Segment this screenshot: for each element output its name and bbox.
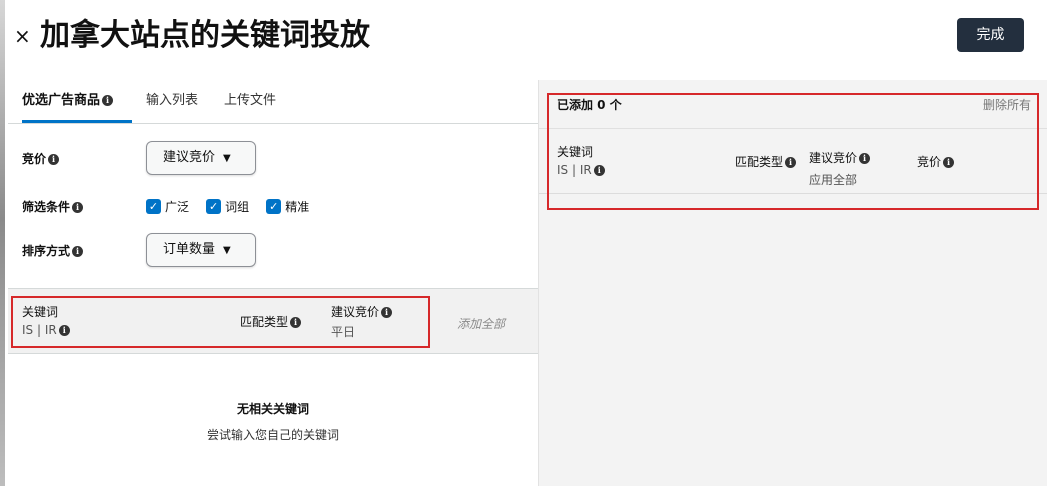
page-title: 加拿大站点的关键词投放: [40, 18, 370, 53]
bid-dropdown[interactable]: 建议竞价 ▼: [146, 141, 256, 175]
added-keywords-header: 关键词 IS | IR i 匹配类型 i 建议竞价 i 应用全部 竞价 i: [539, 128, 1047, 194]
checkbox-label-phrase: 词组: [225, 200, 250, 214]
info-icon: i: [72, 246, 84, 257]
column-header-keyword: 关键词: [22, 305, 59, 319]
column-header-suggested-bid: 建议竞价 i: [331, 303, 393, 320]
info-icon: i: [785, 157, 797, 168]
info-icon: i: [593, 165, 605, 176]
tab-label: 优选广告商品: [22, 93, 101, 108]
checkmark-icon[interactable]: ✓: [266, 199, 282, 214]
done-button[interactable]: 完成: [957, 18, 1024, 52]
chevron-down-icon: ▼: [223, 153, 231, 164]
column-header-suggested-bid: 建议竞价 i: [809, 149, 871, 166]
column-subheader-weekday: 平日: [331, 325, 356, 339]
match-type-filters: ✓ 广泛 ✓ 词组 ✓ 精准: [146, 196, 321, 216]
info-icon: i: [48, 154, 60, 165]
added-count-label: 已添加 0 个: [557, 98, 622, 112]
added-keywords-toolbar: 已添加 0 个 删除所有: [539, 80, 1047, 126]
active-tab-indicator: [22, 120, 132, 123]
info-icon: i: [290, 317, 302, 328]
delete-all-link[interactable]: 删除所有: [983, 96, 1031, 113]
info-icon: i: [58, 325, 70, 336]
tab-enter-list[interactable]: 输入列表: [146, 92, 198, 110]
is-ir-label: IS | IR: [22, 323, 57, 337]
empty-state-title: 无相关关键词: [236, 402, 309, 416]
suggested-bid-label: 建议竞价: [809, 151, 858, 165]
match-type-label: 匹配类型: [240, 315, 289, 329]
info-icon: i: [943, 157, 955, 168]
checkbox-label-broad: 广泛: [165, 200, 190, 214]
column-header-match-type: 匹配类型 i: [240, 313, 302, 330]
sort-dropdown-value: 订单数量: [163, 242, 216, 257]
page-header: × 加拿大站点的关键词投放 完成: [0, 0, 1047, 80]
checkbox-label-exact: 精准: [285, 200, 310, 214]
added-keywords-panel: 已添加 0 个 删除所有 关键词 IS | IR i 匹配类型 i 建议竞价 i 应用…: [539, 80, 1047, 486]
column-header-match-type: 匹配类型 i: [735, 153, 797, 170]
keyword-source-panel: 优选广告商品 i 输入列表 上传文件 竞价 i 建议竞价 ▼ 筛选条件 i ✓ 广泛 ✓ 词…: [8, 80, 538, 486]
match-type-label: 匹配类型: [735, 155, 784, 169]
sort-dropdown[interactable]: 订单数量 ▼: [146, 233, 256, 267]
column-header-keyword: 关键词: [557, 145, 594, 159]
checkmark-icon[interactable]: ✓: [206, 199, 222, 214]
info-icon: i: [859, 153, 871, 164]
apply-all-link[interactable]: 应用全部: [809, 171, 857, 188]
column-subheader-is-ir: IS | IR i: [22, 323, 70, 337]
sort-label: 排序方式: [22, 244, 71, 258]
source-tabs: 优选广告商品 i 输入列表 上传文件: [8, 80, 538, 124]
bid-label: 竞价: [22, 152, 47, 166]
add-all-link[interactable]: 添加全部: [457, 315, 505, 332]
info-icon: i: [72, 202, 84, 213]
column-header-bid: 竞价 i: [917, 153, 955, 170]
column-subheader-is-ir: IS | IR i: [557, 163, 605, 177]
bid-label: 竞价: [917, 155, 942, 169]
sort-row-label: 排序方式 i: [22, 242, 84, 259]
suggested-keywords-header: 关键词 IS | IR i 匹配类型 i 建议竞价 i 平日 添加全部: [8, 288, 538, 354]
added-keywords-list: [539, 195, 1047, 486]
chevron-down-icon: ▼: [223, 245, 231, 256]
info-icon: i: [381, 307, 393, 318]
is-ir-label: IS | IR: [557, 163, 592, 177]
info-icon: i: [102, 95, 114, 106]
filter-row-label: 筛选条件 i: [22, 198, 84, 215]
filter-label: 筛选条件: [22, 200, 71, 214]
close-icon[interactable]: ×: [14, 24, 31, 48]
tab-upload-file[interactable]: 上传文件: [224, 92, 276, 110]
tab-suggested-products[interactable]: 优选广告商品 i: [22, 92, 114, 110]
bid-dropdown-value: 建议竞价: [163, 150, 216, 165]
bid-row-label: 竞价 i: [22, 150, 60, 167]
suggested-bid-label: 建议竞价: [331, 305, 380, 319]
checkmark-icon[interactable]: ✓: [146, 199, 161, 214]
empty-state-subtitle: 尝试输入您自己的关键词: [206, 428, 339, 442]
